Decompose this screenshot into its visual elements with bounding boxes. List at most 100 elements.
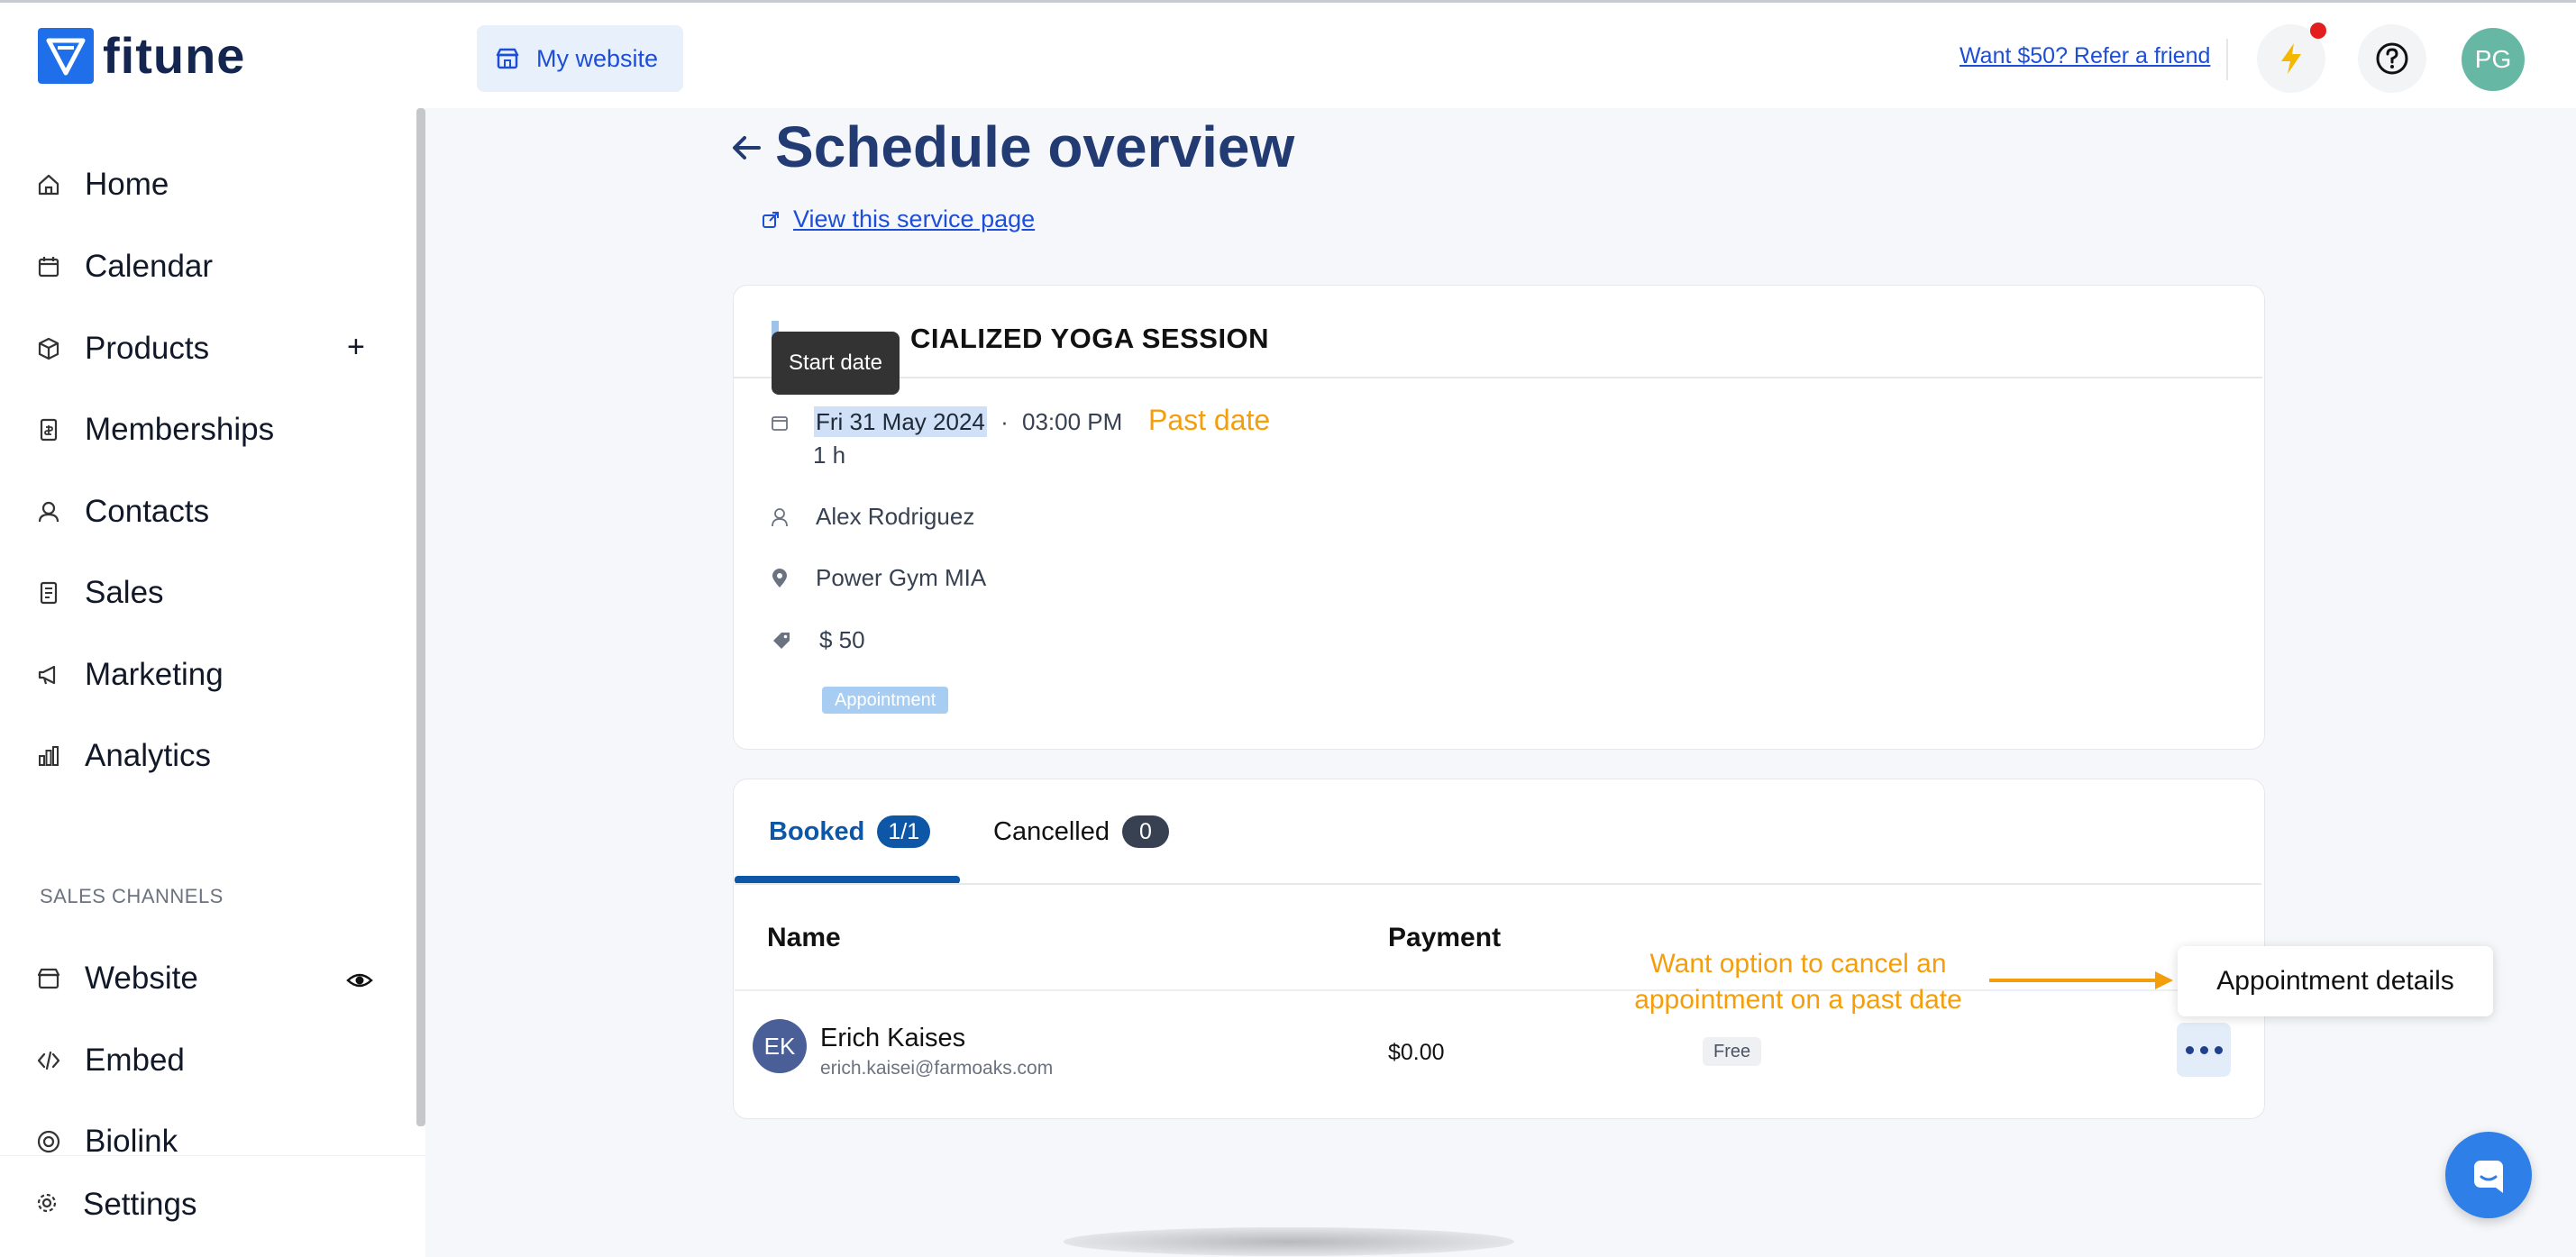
start-date: Fri 31 May 2024 — [814, 406, 987, 437]
help-icon — [2374, 41, 2410, 77]
sidebar-item-sales[interactable]: Sales — [36, 566, 164, 620]
my-website-button[interactable]: My website — [477, 25, 684, 92]
column-header-name: Name — [767, 923, 841, 952]
past-date-annotation: Past date — [1148, 404, 1271, 436]
sidebar-item-label: Website — [85, 961, 198, 996]
instructor-name: Alex Rodriguez — [816, 503, 975, 530]
external-link-icon — [761, 210, 781, 230]
user-avatar[interactable]: PG — [2462, 28, 2525, 91]
sidebar-item-website[interactable]: Website — [36, 952, 198, 1006]
appointment-type-tag: Appointment — [822, 687, 949, 714]
tab-booked-label: Booked — [769, 816, 865, 846]
person-icon — [771, 506, 789, 528]
eye-icon[interactable] — [346, 967, 373, 994]
contacts-icon — [36, 499, 61, 524]
duration: 1 h — [813, 442, 846, 469]
location-name: Power Gym MIA — [816, 564, 987, 591]
help-button[interactable] — [2358, 24, 2426, 93]
chat-icon — [2469, 1155, 2508, 1195]
sidebar-item-calendar[interactable]: Calendar — [36, 240, 213, 294]
sidebar-item-contacts[interactable]: Contacts — [36, 485, 209, 539]
location-pin-icon — [771, 568, 789, 589]
appointment-details-menu-item[interactable]: Appointment details — [2178, 946, 2493, 1016]
row-actions-button[interactable] — [2177, 1023, 2231, 1077]
topbar-divider — [2226, 39, 2228, 80]
sidebar-item-analytics[interactable]: Analytics — [36, 729, 211, 783]
sidebar-item-label: Analytics — [85, 738, 212, 773]
sidebar-item-home[interactable]: Home — [36, 158, 169, 212]
service-card-divider — [734, 377, 2262, 378]
membership-icon — [36, 417, 61, 442]
cancel-option-annotation: Want option to cancel an appointment on … — [1634, 949, 1962, 1015]
start-date-tooltip: Start date — [772, 332, 900, 395]
payment-amount: $0.00 — [1388, 1040, 1445, 1065]
store-icon — [36, 966, 61, 991]
price-row: $ 50 — [771, 626, 865, 654]
receipt-icon — [36, 580, 61, 606]
sidebar-item-settings[interactable]: Settings — [36, 1178, 196, 1232]
service-title: CIALIZED YOGA SESSION — [910, 323, 1270, 354]
sidebar-item-marketing[interactable]: Marketing — [36, 648, 224, 702]
brand-logo[interactable]: fitune — [38, 28, 245, 84]
sidebar-item-label: Biolink — [85, 1124, 178, 1159]
status-badge: Free — [1703, 1037, 1762, 1066]
cancelled-count-badge: 0 — [1121, 815, 1169, 848]
more-dots-icon — [2185, 1045, 2194, 1054]
box-icon — [36, 336, 61, 361]
store-icon — [495, 46, 520, 71]
gear-icon — [36, 1192, 61, 1217]
sidebar-item-label: Embed — [85, 1043, 185, 1078]
sales-channels-heading: SALES CHANNELS — [40, 885, 224, 907]
sidebar-item-label: Calendar — [85, 249, 214, 284]
refer-friend-link[interactable]: Want $50? Refer a friend — [1959, 43, 2210, 69]
column-header-payment: Payment — [1388, 923, 1502, 952]
tab-cancelled[interactable]: Cancelled 0 — [993, 815, 1169, 848]
lightning-icon — [2278, 41, 2305, 76]
bottom-shadow — [1064, 1227, 1514, 1256]
analytics-icon — [36, 743, 61, 769]
avatar: EK — [753, 1019, 807, 1073]
calendar-icon — [771, 414, 789, 432]
annotation-arrow-icon — [1987, 968, 2177, 993]
page-title: Schedule overview — [775, 114, 1295, 179]
price-value: $ 50 — [819, 626, 865, 653]
add-product-icon[interactable]: + — [347, 330, 365, 365]
sidebar-item-embed[interactable]: Embed — [36, 1034, 185, 1088]
sidebar-item-memberships[interactable]: Memberships — [36, 403, 274, 457]
sidebar-item-label: Marketing — [85, 657, 224, 692]
code-icon — [36, 1048, 61, 1073]
booked-count-badge: 1/1 — [877, 815, 931, 848]
sidebar-item-products[interactable]: Products — [36, 322, 209, 376]
date-row: Fri 31 May 2024 · 03:00 PM — [771, 406, 1123, 437]
chat-launcher-button[interactable] — [2445, 1132, 2532, 1218]
back-arrow-icon[interactable] — [730, 132, 763, 164]
start-time: 03:00 PM — [1022, 408, 1123, 435]
sidebar-item-label: Home — [85, 167, 169, 202]
instructor-row: Alex Rodriguez — [771, 503, 974, 531]
calendar-icon — [36, 254, 61, 279]
date-separator: · — [1000, 408, 1009, 435]
tabs-divider — [735, 883, 2261, 885]
megaphone-icon — [36, 662, 61, 688]
client-name: Erich Kaises — [820, 1024, 966, 1052]
view-service-page-link[interactable]: View this service page — [761, 205, 1035, 233]
top-bar: fitune My website Want $50? Refer a frie… — [0, 0, 2576, 108]
tab-cancelled-label: Cancelled — [993, 816, 1110, 846]
price-tag-icon — [771, 630, 792, 651]
sidebar-item-label: Settings — [83, 1187, 197, 1222]
biolink-icon — [36, 1129, 61, 1154]
home-icon — [36, 172, 61, 197]
view-service-page-label: View this service page — [793, 205, 1036, 232]
logo-mark-icon — [38, 28, 94, 84]
sidebar-item-label: Sales — [85, 575, 164, 610]
sidebar-item-label: Memberships — [85, 412, 275, 447]
my-website-label: My website — [536, 44, 659, 72]
notification-dot — [2310, 23, 2326, 39]
location-row: Power Gym MIA — [771, 564, 986, 592]
sidebar-item-label: Products — [85, 331, 210, 366]
brand-name: fitune — [103, 27, 246, 84]
tab-booked[interactable]: Booked 1/1 — [769, 815, 931, 848]
sidebar-scrollbar[interactable] — [416, 108, 425, 1126]
client-email: erich.kaisei@farmoaks.com — [820, 1058, 1054, 1079]
sidebar-item-label: Contacts — [85, 494, 210, 529]
